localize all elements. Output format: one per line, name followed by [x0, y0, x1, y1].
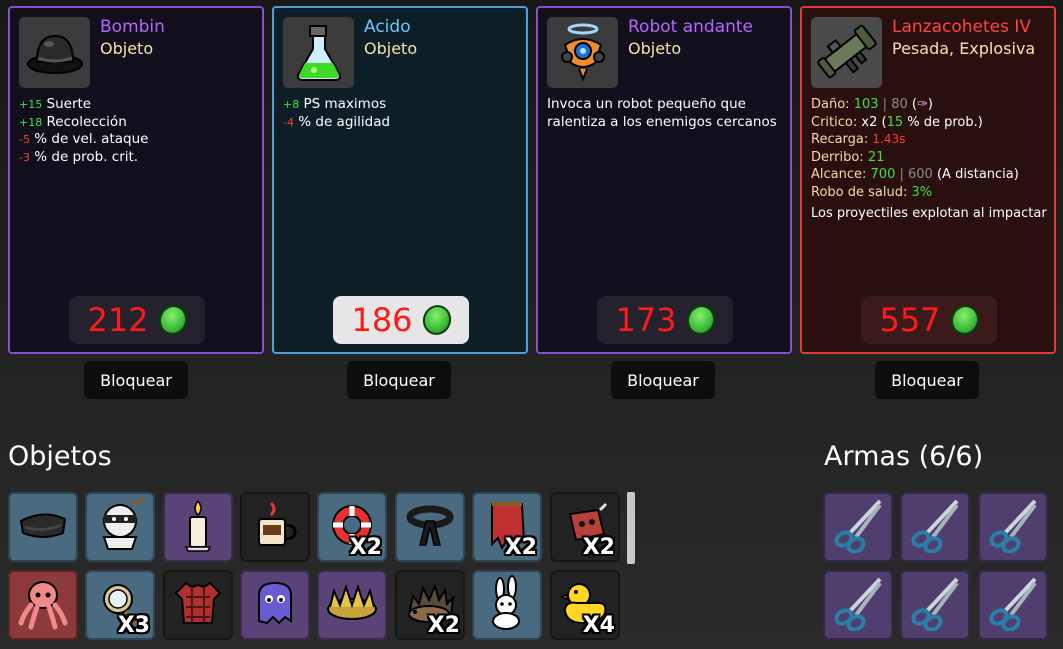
weapon-stats: Daño: 103 | 80 (✑) Critico: x2 (15 % de …	[811, 96, 1047, 223]
buy-button[interactable]: 557	[861, 296, 997, 344]
scissors-icon	[830, 575, 886, 635]
candle-icon	[178, 497, 218, 557]
weapons-section-title: Armas (6/6)	[824, 441, 984, 472]
ranged-damage-icon: ✑	[916, 97, 928, 112]
weapon-slot[interactable]	[900, 492, 970, 562]
inventory-item-slot[interactable]: X2	[317, 492, 387, 562]
octopus-icon	[15, 575, 71, 635]
weapon-slot[interactable]	[978, 570, 1048, 640]
ninja-icon	[92, 497, 148, 557]
inventory-item-slot[interactable]	[8, 492, 78, 562]
items-section-title: Objetos	[8, 441, 112, 472]
price-value: 173	[615, 301, 677, 339]
inventory-item-slot[interactable]	[395, 492, 465, 562]
inventory-item-slot[interactable]	[8, 570, 78, 640]
item-type: Objeto	[364, 39, 418, 58]
stat-line: -4 % de agilidad	[283, 113, 391, 130]
lock-button-lanzacohetes[interactable]: Bloquear	[875, 361, 979, 399]
robot-icon	[547, 17, 618, 88]
stat-cooldown: Recarga: 1.43s	[811, 132, 906, 147]
inventory-item-slot[interactable]: X2	[550, 492, 620, 562]
weapon-slot[interactable]	[978, 492, 1048, 562]
item-name: Lanzacohetes IV	[892, 17, 1032, 37]
shop-card-lanzacohetes[interactable]: Lanzacohetes IV Pesada, Explosiva Daño: …	[800, 6, 1056, 354]
lock-button-bombin[interactable]: Bloquear	[84, 361, 188, 399]
inventory-item-slot[interactable]	[85, 492, 155, 562]
stat-line: +8 PS maximos	[283, 96, 387, 112]
item-type: Pesada, Explosiva	[892, 39, 1036, 58]
ghost-cloak-icon	[249, 577, 301, 633]
stat-range: Alcance: 700 | 600 (A distancia)	[811, 167, 1019, 182]
weapon-slot[interactable]	[823, 570, 893, 640]
weapon-slot[interactable]	[900, 570, 970, 640]
buy-button[interactable]: 186	[333, 296, 469, 344]
item-stats: +8 PS maximos -4 % de agilidad	[283, 96, 519, 131]
material-coin-icon	[946, 301, 983, 339]
inventory-item-slot[interactable]	[317, 570, 387, 640]
item-count: X2	[427, 613, 460, 638]
scissors-icon	[907, 575, 963, 635]
coffee-mug-icon	[249, 499, 301, 555]
inventory-item-slot[interactable]	[163, 570, 233, 640]
plaid-shirt-icon	[172, 577, 224, 633]
scissors-icon	[830, 497, 886, 557]
inventory-item-slot[interactable]	[240, 570, 310, 640]
item-count: X3	[117, 613, 150, 638]
stat-line: +15 Suerte	[19, 96, 92, 112]
stat-damage: Daño: 103 | 80 (✑)	[811, 97, 933, 112]
stat-knockback: Derribo: 21	[811, 149, 885, 165]
stat-crit: Critico: x2 (15 % de prob.)	[811, 114, 983, 130]
stat-line: -3 % de prob. crit.	[19, 148, 139, 165]
weapon-effect: Los proyectiles explotan al impactar	[811, 206, 1047, 221]
scissors-icon	[985, 575, 1041, 635]
inventory-item-slot[interactable]	[163, 492, 233, 562]
buy-button[interactable]: 173	[597, 296, 733, 344]
inventory-item-slot[interactable]: X2	[395, 570, 465, 640]
stat-line: -5 % de vel. ataque	[19, 131, 149, 147]
item-name: Bombin	[100, 17, 165, 37]
item-type: Objeto	[100, 39, 154, 58]
price-value: 557	[879, 301, 941, 339]
rocket-launcher-icon	[811, 17, 882, 88]
shop-row: Bombin Objeto +15 Suerte +18 Recolección…	[8, 6, 1056, 356]
black-belt-icon	[404, 499, 456, 555]
material-coin-icon	[418, 301, 455, 339]
inventory-item-slot[interactable]	[240, 492, 310, 562]
scissors-icon	[985, 497, 1041, 557]
acid-flask-icon	[283, 17, 354, 88]
items-scrollbar[interactable]	[627, 492, 635, 564]
material-coin-icon	[154, 301, 191, 339]
inventory-item-slot[interactable]: X4	[550, 570, 620, 640]
shop-card-bombin[interactable]: Bombin Objeto +15 Suerte +18 Recolección…	[8, 6, 264, 354]
bandana-icon	[17, 507, 69, 547]
lock-button-acido[interactable]: Bloquear	[347, 361, 451, 399]
scissors-icon	[907, 497, 963, 557]
stat-lifesteal: Robo de salud: 3%	[811, 184, 933, 200]
spiked-crown-icon	[324, 579, 380, 631]
item-name: Acido	[364, 17, 411, 37]
bowler-hat-icon	[19, 17, 90, 88]
inventory-item-slot[interactable]: X3	[85, 570, 155, 640]
material-coin-icon	[682, 301, 719, 339]
item-count: X2	[582, 535, 615, 560]
item-stats: +15 Suerte +18 Recolección -5 % de vel. …	[19, 96, 255, 166]
buy-button[interactable]: 212	[69, 296, 205, 344]
stat-line: +18 Recolección	[19, 113, 127, 130]
item-count: X2	[504, 535, 537, 560]
shop-card-acido[interactable]: Acido Objeto +8 PS maximos -4 % de agili…	[272, 6, 528, 354]
item-description: Invoca un robot pequeño que ralentiza a …	[547, 96, 777, 130]
item-count: X4	[582, 613, 615, 638]
inventory-item-slot[interactable]	[472, 570, 542, 640]
item-count: X2	[349, 535, 382, 560]
item-type: Objeto	[628, 39, 682, 58]
price-value: 186	[351, 301, 413, 339]
item-name: Robot andante	[628, 17, 754, 37]
bunny-icon	[482, 575, 532, 635]
inventory-item-slot[interactable]: X2	[472, 492, 542, 562]
lock-button-robot-andante[interactable]: Bloquear	[611, 361, 715, 399]
shop-card-robot-andante[interactable]: Robot andante Objeto Invoca un robot peq…	[536, 6, 792, 354]
weapon-slot[interactable]	[823, 492, 893, 562]
price-value: 212	[87, 301, 149, 339]
